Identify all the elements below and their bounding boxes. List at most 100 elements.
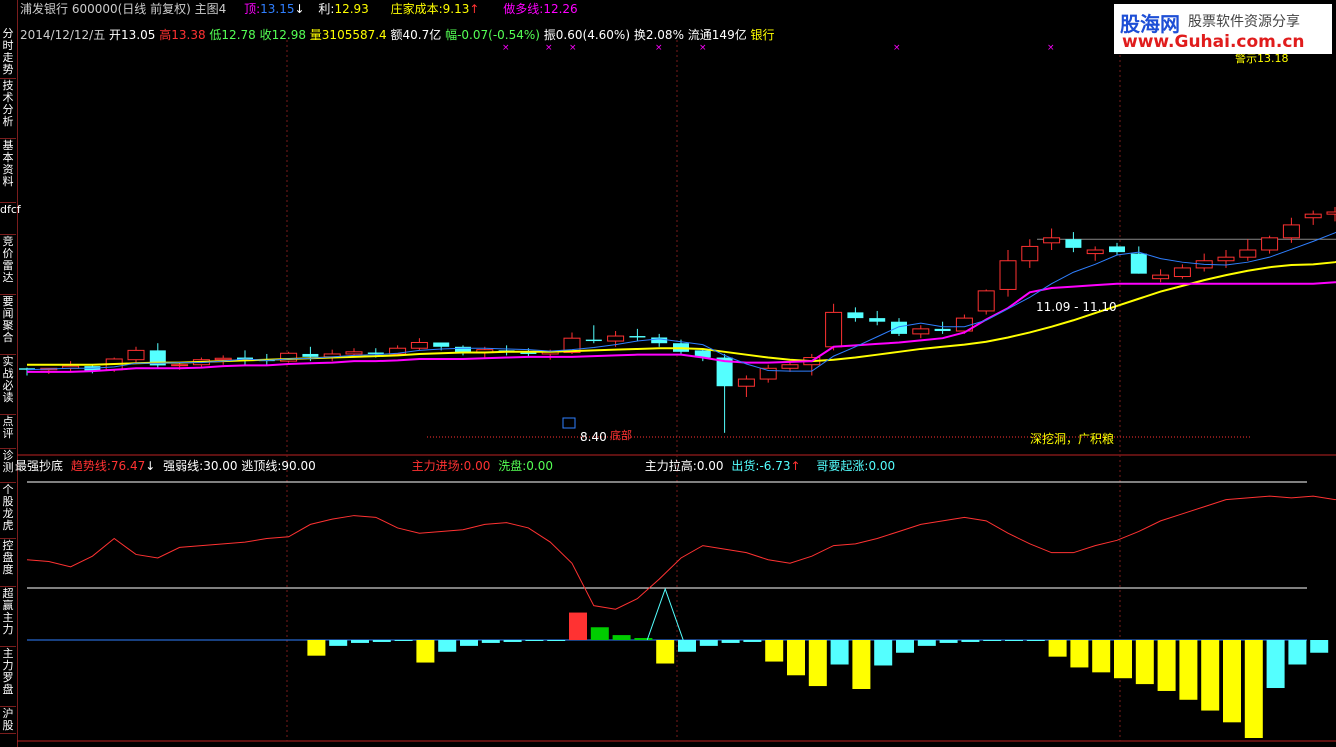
flow-bar-4 <box>394 640 413 641</box>
candle-body-48 <box>1065 239 1082 248</box>
candle-body-52 <box>1152 274 1170 280</box>
marker-2: × <box>569 43 577 53</box>
flow-bar-37 <box>1114 640 1132 679</box>
enter-value: 0.00 <box>463 459 491 473</box>
flow-bar-40 <box>1179 640 1198 700</box>
quote-volume: 量3105587.4 <box>309 28 387 42</box>
candle-body-27 <box>607 335 625 342</box>
indicator-name[interactable]: 最强抄底 <box>15 459 63 473</box>
flow-bar-31 <box>983 640 1002 641</box>
li-value: 12.93 <box>334 2 369 16</box>
candle-body-29 <box>651 337 668 344</box>
candle-body-57 <box>1261 237 1279 251</box>
out-label: 出货: <box>731 459 760 473</box>
flow-bar-22 <box>787 640 805 676</box>
marker-4: × <box>699 43 707 53</box>
pull-value: 0.00 <box>696 459 724 473</box>
bottom-mark-label: 底部 <box>610 429 632 442</box>
flow-bar-8 <box>481 640 500 643</box>
flow-bar-15 <box>634 638 653 640</box>
quote-amplitude: 振0.60(4.60%) <box>543 28 631 42</box>
sidebar-item-11[interactable]: 超赢主力 <box>0 584 16 647</box>
flow-bar-20 <box>743 640 762 642</box>
flow-bar-34 <box>1048 640 1067 657</box>
up-arrow-icon: ↑ <box>469 2 480 16</box>
flow-bar-2 <box>351 640 369 643</box>
ma-slow-line <box>27 260 1336 366</box>
ma-fast-line <box>26 231 1336 372</box>
chart-header: 浦发银行 600000(日线 前复权) 主图4 顶:13.15↓ 利:12.93… <box>20 0 578 17</box>
indicator-header: 最强抄底 趋势线:76.47↓ 强弱线:30.00 逃顶线:90.00 主力进场… <box>15 457 895 474</box>
flow-bar-7 <box>460 640 478 646</box>
enter-label: 主力进场: <box>411 459 464 473</box>
candle-body-49 <box>1086 249 1104 255</box>
sidebar-item-13[interactable]: 沪股 <box>0 704 16 734</box>
low-marker-box <box>562 417 576 429</box>
low-price-label: 8.40 <box>580 430 607 444</box>
candle-body-59 <box>1304 213 1322 219</box>
li-label: 利: <box>318 2 335 16</box>
quote-change: 幅-0.07(-0.54%) <box>445 28 540 42</box>
ding-value: 13.15 <box>260 2 295 16</box>
candle-body-58 <box>1282 224 1300 239</box>
flow-bar-24 <box>830 640 849 665</box>
marker-5: × <box>893 43 901 53</box>
sidebar-item-0[interactable]: 分时走势 <box>0 24 16 79</box>
sidebar-item-1[interactable]: 技术分析 <box>0 76 16 139</box>
kline-chart-area[interactable]: × × × × × × × <box>17 0 1336 747</box>
candle-body-33 <box>737 378 755 387</box>
candle-body-5 <box>127 349 145 361</box>
candle-body-38 <box>847 312 864 319</box>
quote-turnover: 换2.08% <box>633 28 684 42</box>
flow-bar-5 <box>416 640 435 663</box>
candle-body-40 <box>891 321 907 334</box>
candle-body-55 <box>1217 256 1235 262</box>
sidebar-item-3[interactable]: dfcf <box>0 200 21 235</box>
guhai-logo: 股海网 股票软件资源分享 www.Guhai.com.cn <box>1114 4 1332 54</box>
rise-label: 哥要起涨: <box>816 459 869 473</box>
candle-body-60 <box>1326 211 1336 215</box>
sidebar-item-2[interactable]: 基本资料 <box>0 136 16 203</box>
sidebar-item-8[interactable]: 诊测 <box>0 446 16 483</box>
flow-bar-35 <box>1070 640 1089 668</box>
flow-bar-25 <box>852 640 871 689</box>
cost-label: 庄家成本: <box>390 2 443 16</box>
sidebar-item-7[interactable]: 点评 <box>0 412 16 449</box>
candle-body-45 <box>999 260 1017 290</box>
candle-body-53 <box>1173 267 1191 278</box>
flow-bar-17 <box>678 640 696 652</box>
sidebar-item-12[interactable]: 主力罗盘 <box>0 644 16 707</box>
flow-bar-32 <box>1005 640 1023 641</box>
trend-value: 76.47 <box>110 459 146 473</box>
sidebar-item-9[interactable]: 个股龙虎 <box>0 480 16 539</box>
candle-body-37 <box>825 311 843 348</box>
candle-body-13 <box>302 353 319 357</box>
sidebar-item-6[interactable]: 实战必读 <box>0 352 16 415</box>
flow-bar-0 <box>307 640 326 656</box>
flow-bar-45 <box>1288 640 1307 665</box>
duo-value: 12.26 <box>543 2 578 16</box>
duo-label: 做多线: <box>503 2 544 16</box>
trend-label: 趋势线: <box>70 459 111 473</box>
sidebar-item-5[interactable]: 要闻聚合 <box>0 292 16 355</box>
quote-float: 流通149亿 <box>687 28 747 42</box>
flow-bar-39 <box>1157 640 1176 691</box>
candle-body-41 <box>912 328 930 335</box>
flow-bar-21 <box>765 640 784 662</box>
deep-dig-label: 深挖洞，广积粮 <box>1030 432 1115 446</box>
pull-label: 主力拉高: <box>644 459 697 473</box>
flow-bar-44 <box>1266 640 1285 689</box>
flow-bar-1 <box>329 640 348 646</box>
sidebar-item-10[interactable]: 控盘度 <box>0 536 16 587</box>
flow-bar-12 <box>569 612 587 640</box>
candle-body-35 <box>781 364 799 369</box>
candle-body-56 <box>1239 249 1257 258</box>
cost-value: 9.13 <box>442 2 470 16</box>
wash-value: 0.00 <box>526 459 553 473</box>
flow-bar-23 <box>808 640 827 687</box>
quote-industry: 银行 <box>750 28 775 42</box>
flow-bar-33 <box>1026 640 1045 641</box>
sidebar-item-4[interactable]: 竞价雷达 <box>0 232 16 295</box>
marker-1: × <box>545 43 553 53</box>
flow-bar-19 <box>721 640 740 643</box>
